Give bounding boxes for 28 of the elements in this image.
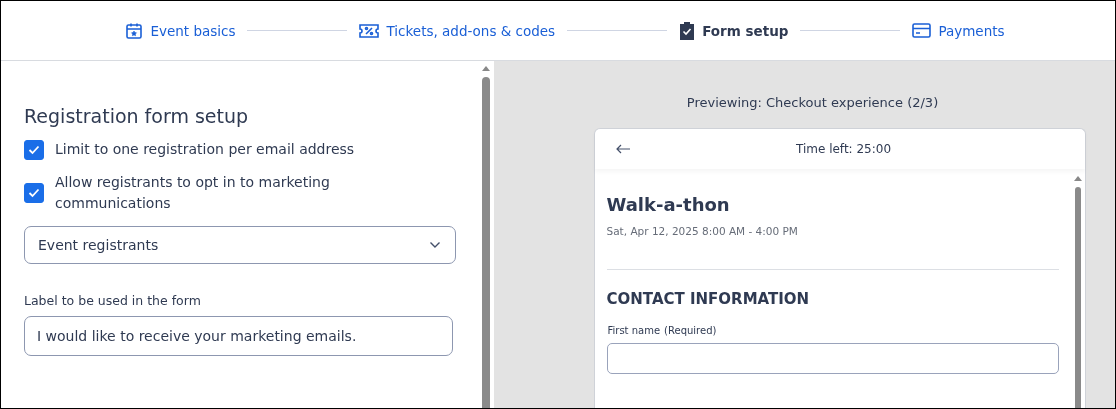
step-tab[interactable]: Event basics (125, 21, 236, 40)
step-tab[interactable]: Payments (912, 22, 1005, 39)
credit-card-icon (912, 23, 932, 38)
chevron-down-icon (429, 241, 441, 249)
section-title: Registration form setup (24, 105, 250, 127)
back-arrow-icon[interactable] (615, 144, 631, 154)
checkbox-label: Allow registrants to opt in to marketing communications (55, 173, 331, 213)
step-tab[interactable]: Tickets, add-ons & codes (359, 22, 556, 39)
ticket-icon (359, 22, 380, 39)
required-note: (Required) (664, 325, 717, 336)
label-input-field[interactable]: I would like to receive your marketing emails. (24, 316, 453, 356)
first-name-input-field[interactable] (606, 343, 1059, 374)
event-title: Walk-a-thon (606, 194, 731, 215)
event-date: Sat, Apr 12, 2025 8:00 AM - 4:00 PM (606, 225, 799, 237)
field-label: Label to be used in the form (24, 293, 202, 308)
field-label: First name (607, 325, 661, 336)
preview-caption: Previewing: Checkout experience (2/3) (685, 95, 939, 110)
checkmark-icon (28, 144, 40, 155)
calendar-icon (125, 21, 144, 40)
audience-dropdown[interactable]: Event registrants (24, 226, 456, 264)
checkbox[interactable] (24, 183, 44, 203)
section-heading: CONTACT INFORMATION (606, 290, 811, 308)
clipboard-check-icon (679, 21, 696, 40)
timer-text: Time left: 25:00 (794, 142, 892, 156)
checkbox[interactable] (24, 139, 44, 160)
checkbox-label: Limit to one registration per email address (55, 140, 356, 159)
checkmark-icon (28, 188, 40, 198)
step-tab[interactable]: Form setup (679, 21, 789, 40)
